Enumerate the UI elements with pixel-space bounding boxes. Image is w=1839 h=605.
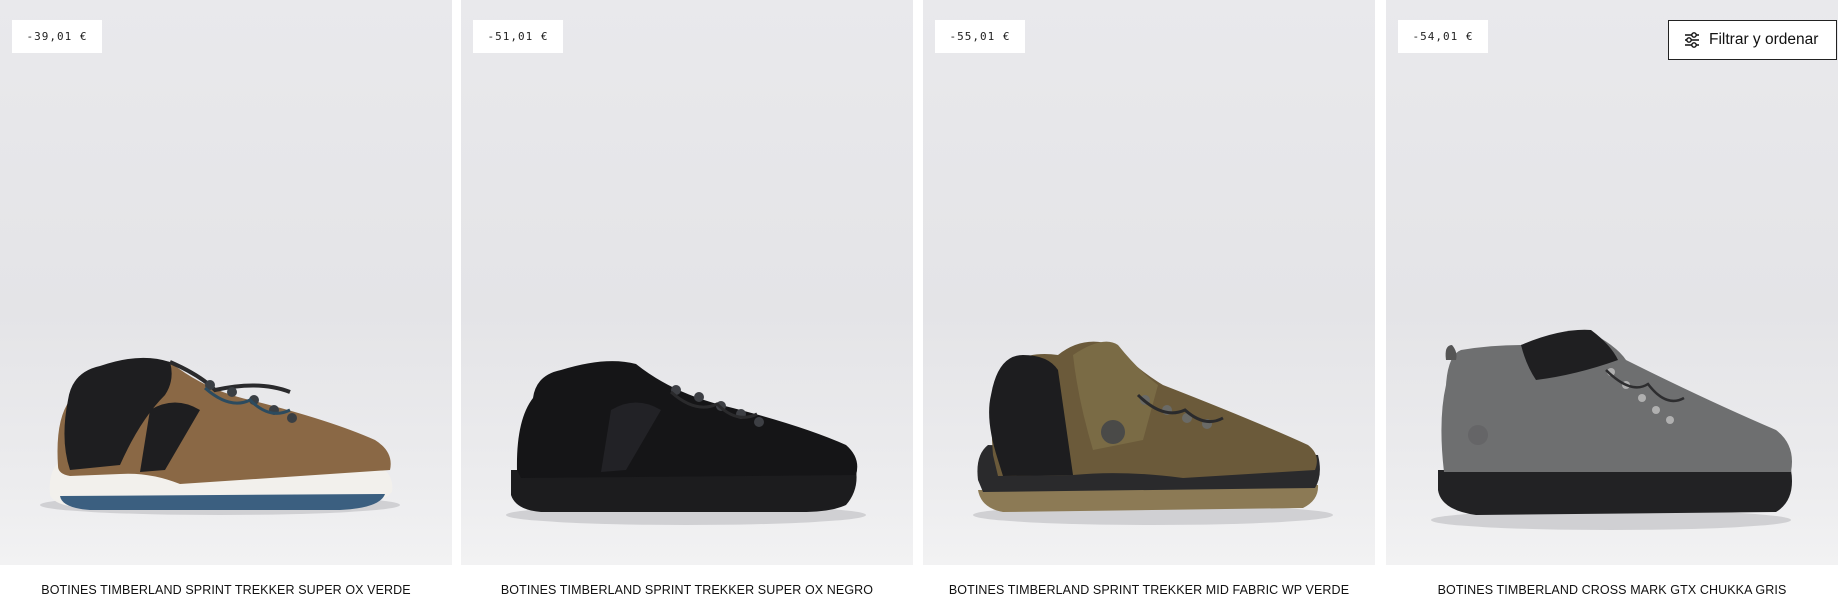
product-card[interactable]: -39,01 € BOTINES TIMBERLAND SPRINT TREKK…	[0, 0, 452, 605]
discount-badge: -39,01 €	[12, 20, 102, 53]
product-card[interactable]: -51,01 € BOTINES TIMBERLAND SPRINT TREKK…	[461, 0, 913, 605]
shoe-image	[40, 357, 400, 515]
shoe-image	[973, 341, 1333, 525]
product-card[interactable]: -55,01 € BOTINES TIMBERLAND SPRINT TREKK…	[923, 0, 1375, 605]
filter-sort-label: Filtrar y ordenar	[1709, 31, 1819, 48]
product-image[interactable]	[0, 0, 452, 565]
filter-sort-button[interactable]: Filtrar y ordenar	[1668, 20, 1837, 60]
product-title[interactable]: BOTINES TIMBERLAND SPRINT TREKKER SUPER …	[0, 583, 452, 597]
sliders-icon	[1683, 31, 1701, 49]
product-image[interactable]	[461, 0, 913, 565]
product-card[interactable]: -54,01 € BOTINES TIMBERLAND CROSS MARK G…	[1386, 0, 1838, 605]
product-title[interactable]: BOTINES TIMBERLAND SPRINT TREKKER MID FA…	[923, 583, 1375, 597]
discount-badge: -51,01 €	[473, 20, 563, 53]
discount-badge: -54,01 €	[1398, 20, 1488, 53]
product-image[interactable]	[1386, 0, 1838, 565]
product-title[interactable]: BOTINES TIMBERLAND SPRINT TREKKER SUPER …	[461, 583, 913, 597]
product-grid: -39,01 € BOTINES TIMBERLAND SPRINT TREKK…	[0, 0, 1839, 605]
shoe-image	[506, 361, 866, 525]
discount-badge: -55,01 €	[935, 20, 1025, 53]
product-image[interactable]	[923, 0, 1375, 565]
shoe-image	[1431, 329, 1792, 530]
product-title[interactable]: BOTINES TIMBERLAND CROSS MARK GTX CHUKKA…	[1386, 583, 1838, 597]
